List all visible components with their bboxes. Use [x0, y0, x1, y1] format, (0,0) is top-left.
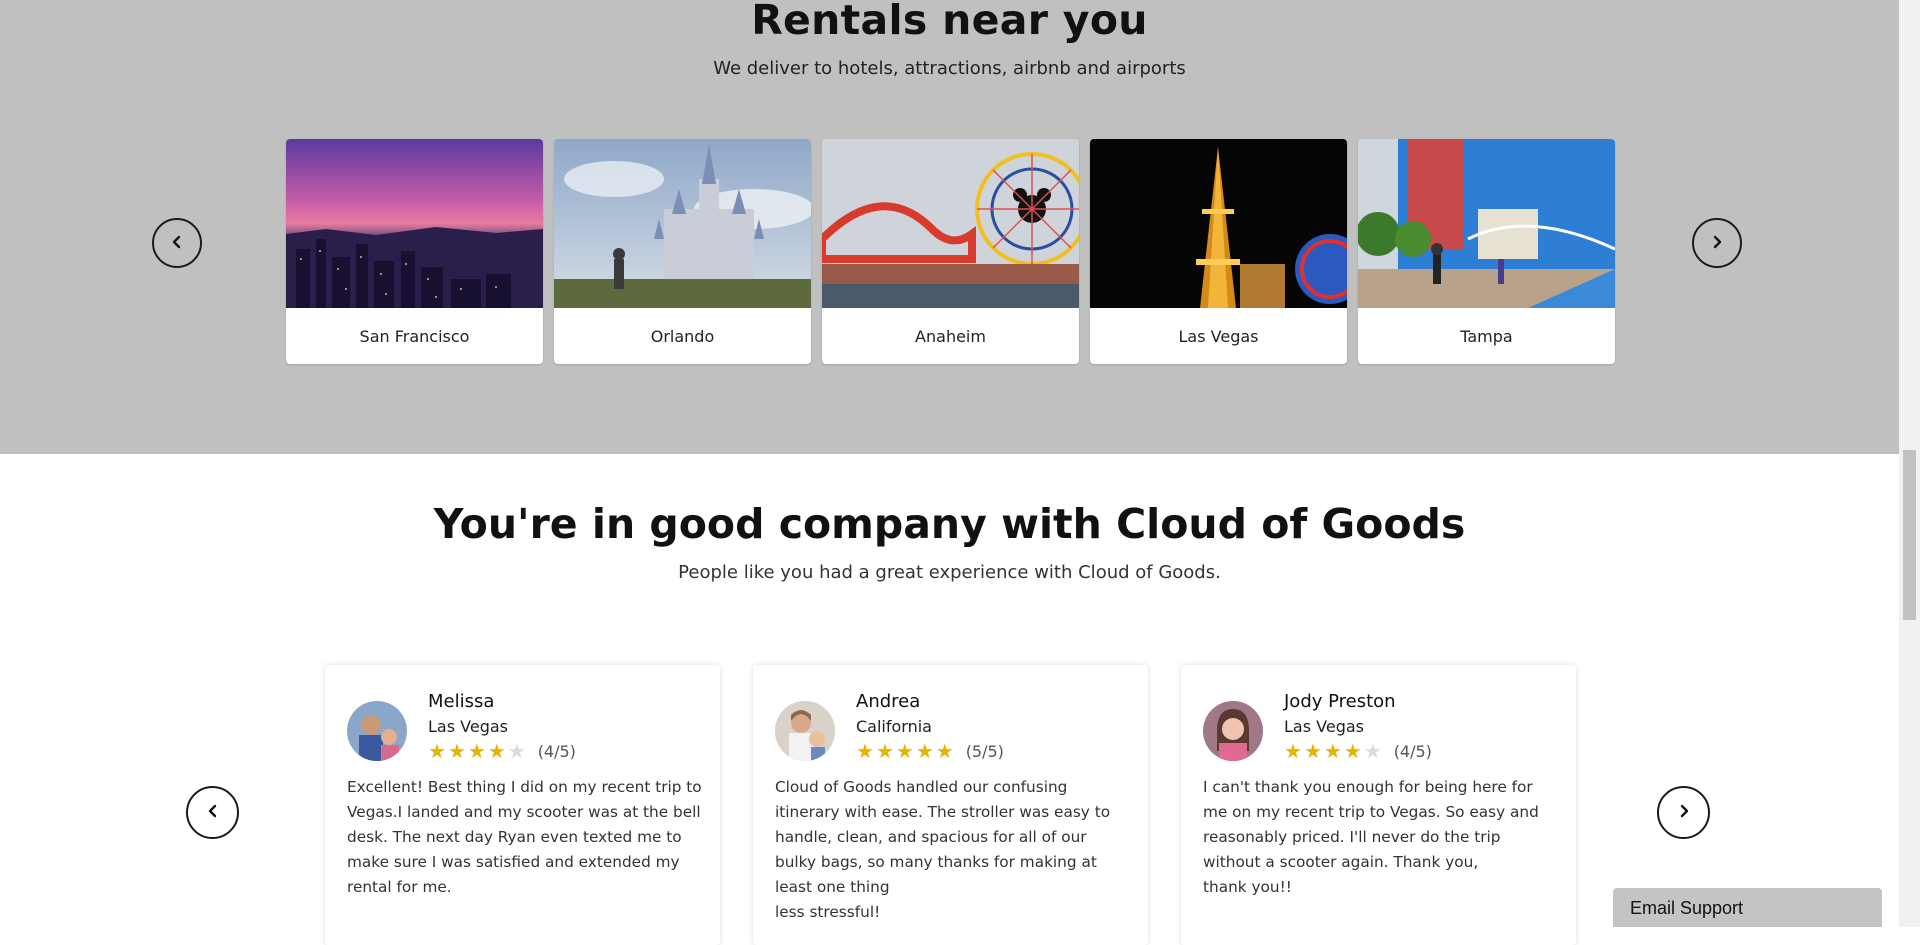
star-rating: ★ ★ ★ ★ ★ (4/5) [428, 741, 576, 761]
star-icon: ★ [915, 739, 934, 763]
star-icon: ★ [1323, 739, 1342, 763]
testimonials-subtitle: People like you had a great experience w… [678, 562, 1221, 583]
review-card: Jody Preston Las Vegas ★ ★ ★ ★ ★ (4/5) I… [1181, 665, 1576, 945]
city-name-label: Anaheim [915, 326, 986, 346]
chevron-right-icon [1710, 234, 1724, 253]
star-icon: ★ [1284, 739, 1302, 763]
city-name-label: San Francisco [359, 326, 470, 346]
avatar [1203, 701, 1263, 761]
city-name-label: Las Vegas [1178, 326, 1259, 346]
reviewer-name: Andrea [856, 691, 921, 712]
star-icon: ★ [1343, 739, 1362, 763]
chevron-right-icon [1677, 803, 1691, 822]
star-icon: ★ [1303, 739, 1322, 763]
city-name-label: Tampa [1460, 326, 1513, 346]
city-name-label: Orlando [650, 326, 715, 346]
rentals-prev-button[interactable] [152, 218, 202, 268]
star-empty-icon: ★ [1363, 739, 1382, 763]
san-francisco-image [286, 139, 543, 308]
star-rating: ★ ★ ★ ★ ★ (4/5) [1284, 741, 1432, 761]
reviewer-location: California [856, 717, 932, 736]
city-card-las-vegas[interactable]: Las Vegas [1090, 139, 1347, 364]
rentals-section: Rentals near you We deliver to hotels, a… [0, 0, 1899, 454]
city-card-san-francisco[interactable]: San Francisco [286, 139, 543, 364]
rating-score: (5/5) [965, 741, 1004, 761]
review-card: Melissa Las Vegas ★ ★ ★ ★ ★ (4/5) Excell… [325, 665, 720, 945]
star-icon: ★ [428, 739, 446, 763]
review-text: I can't thank you enough for being here … [1203, 778, 1539, 896]
reviewer-name: Jody Preston [1284, 691, 1396, 712]
reviewer-location: Las Vegas [1284, 717, 1364, 736]
star-icon: ★ [895, 739, 914, 763]
city-card-tampa[interactable]: Tampa [1358, 139, 1615, 364]
city-card-orlando[interactable]: Orlando [554, 139, 811, 364]
star-icon: ★ [856, 739, 874, 763]
star-icon: ★ [875, 739, 894, 763]
testimonials-title: You're in good company with Cloud of Goo… [433, 500, 1466, 548]
chevron-left-icon [206, 803, 220, 822]
las-vegas-image [1090, 139, 1347, 308]
star-icon: ★ [447, 739, 466, 763]
avatar [347, 701, 407, 761]
rating-score: (4/5) [1393, 741, 1432, 761]
scrollbar-thumb[interactable] [1903, 450, 1916, 620]
reviewer-location: Las Vegas [428, 717, 508, 736]
avatar [775, 701, 835, 761]
city-card-anaheim[interactable]: Anaheim [822, 139, 1079, 364]
rentals-next-button[interactable] [1692, 218, 1742, 268]
testimonials-next-button[interactable] [1657, 786, 1710, 839]
reviewer-name: Melissa [428, 691, 495, 712]
rentals-title: Rentals near you [751, 0, 1148, 44]
review-text: Cloud of Goods handled our confusing iti… [775, 778, 1111, 921]
rentals-subtitle: We deliver to hotels, attractions, airbn… [713, 58, 1186, 79]
page-scrollbar[interactable] [1899, 0, 1920, 927]
tampa-image [1358, 139, 1615, 308]
star-icon: ★ [487, 739, 506, 763]
star-icon: ★ [935, 739, 954, 763]
orlando-image [554, 139, 811, 308]
star-icon: ★ [467, 739, 486, 763]
rating-score: (4/5) [537, 741, 576, 761]
star-empty-icon: ★ [507, 739, 526, 763]
chevron-left-icon [170, 234, 184, 253]
star-rating: ★ ★ ★ ★ ★ (5/5) [856, 741, 1004, 761]
testimonials-prev-button[interactable] [186, 786, 239, 839]
review-card: Andrea California ★ ★ ★ ★ ★ (5/5) Cloud … [753, 665, 1148, 945]
anaheim-image [822, 139, 1079, 308]
email-support-button[interactable]: Email Support [1613, 888, 1882, 927]
review-text: Excellent! Best thing I did on my recent… [347, 778, 702, 896]
